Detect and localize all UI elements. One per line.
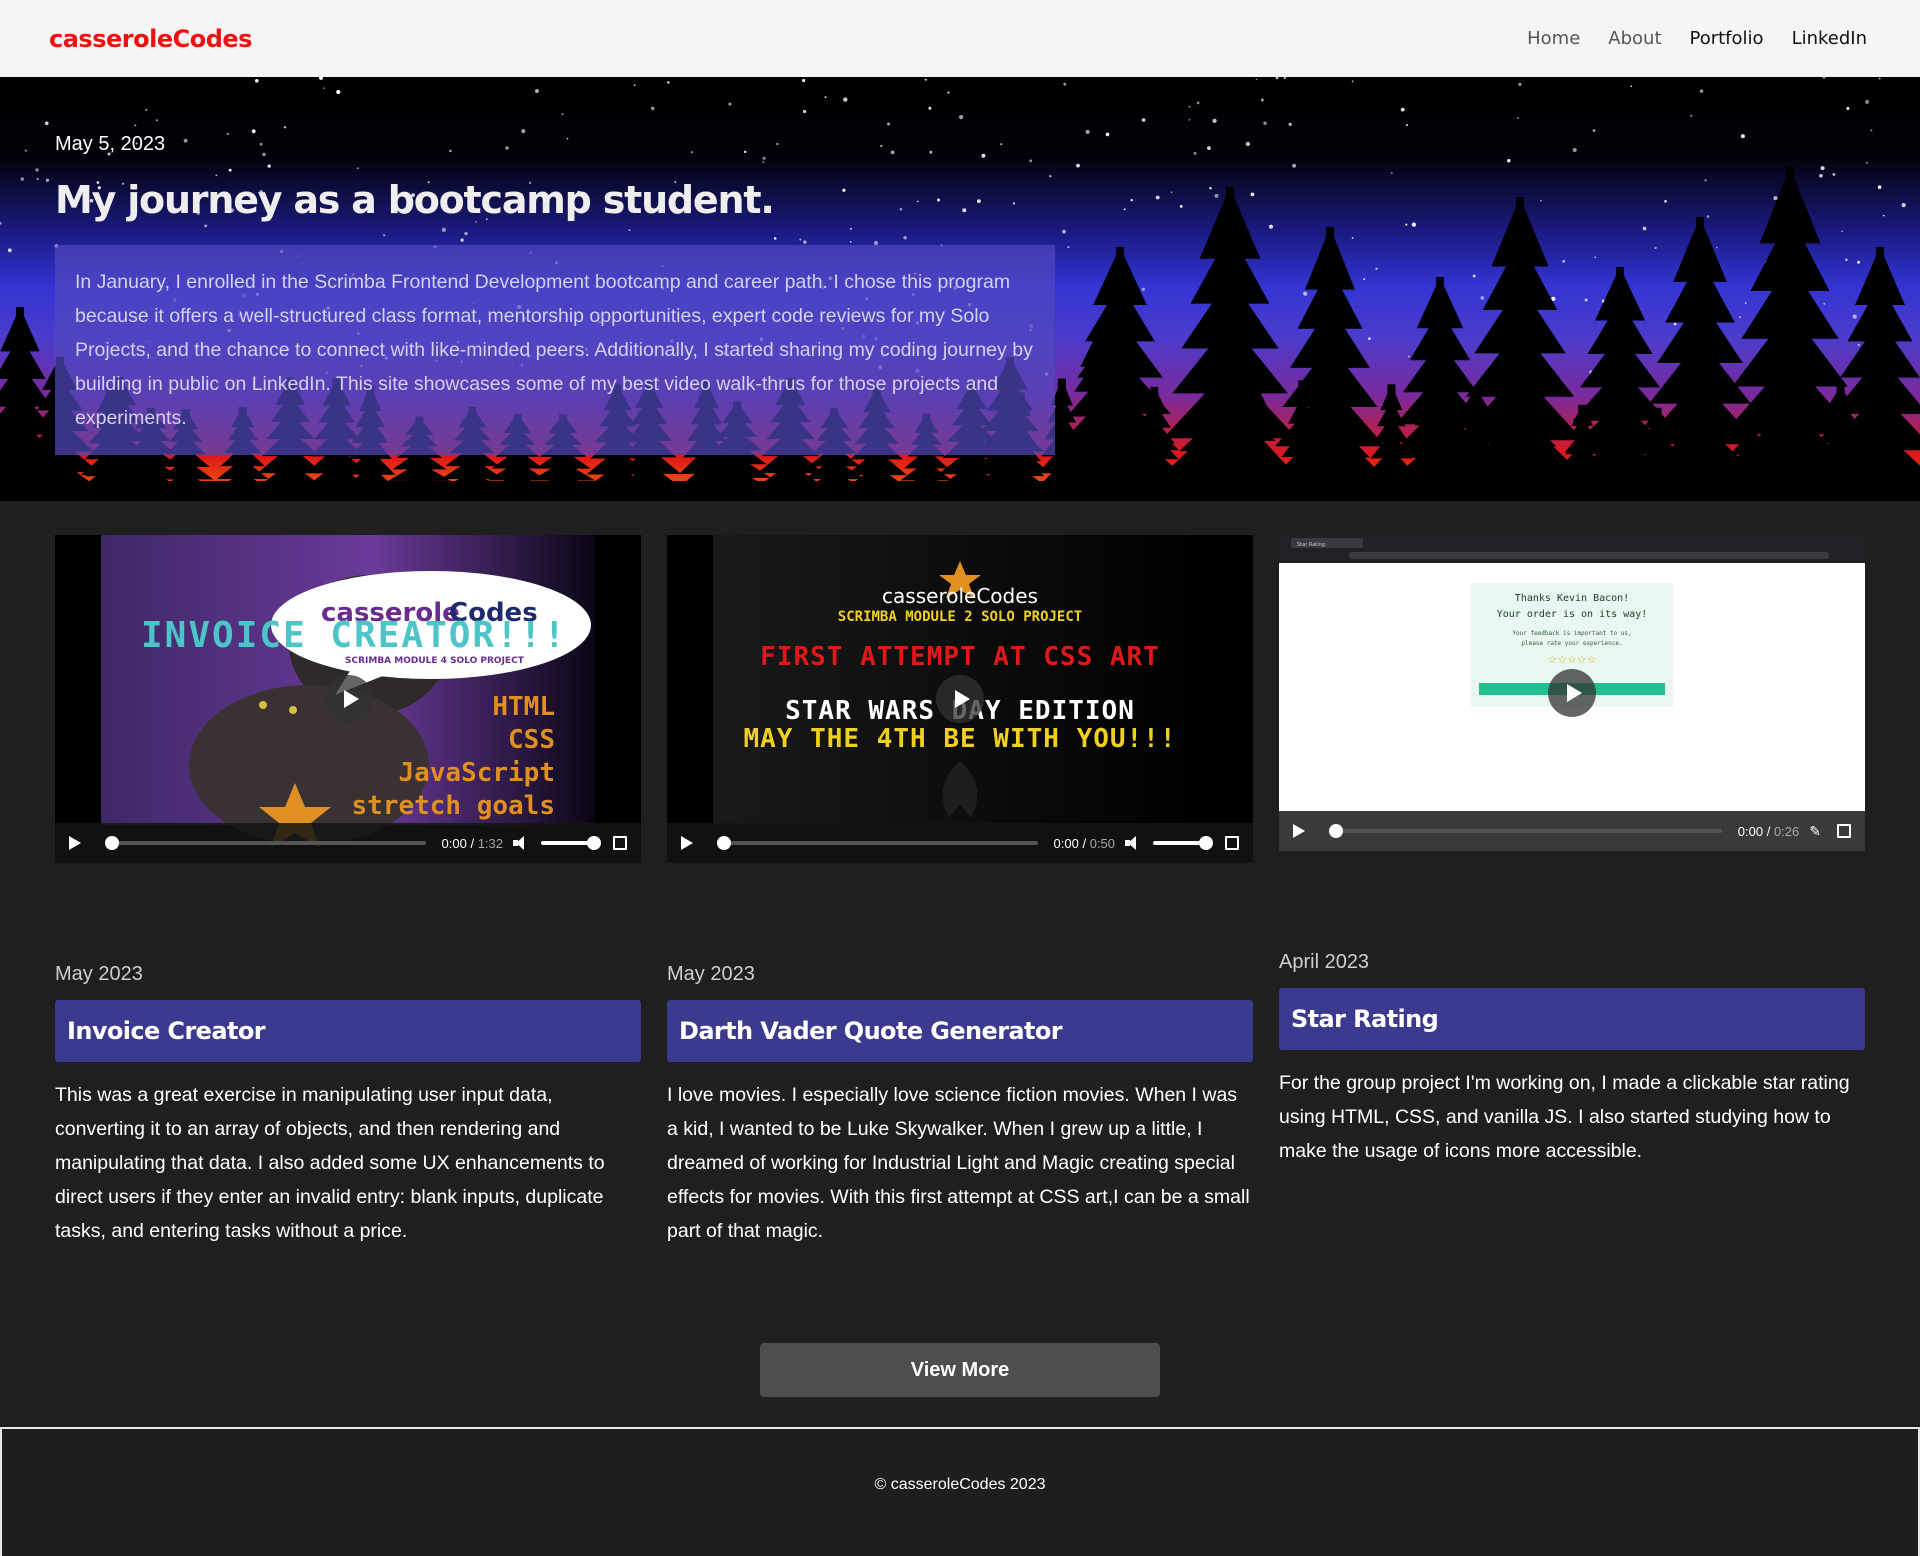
fullscreen-icon[interactable] [613, 836, 627, 850]
svg-text:SCRIMBA MODULE 4 SOLO PROJECT: SCRIMBA MODULE 4 SOLO PROJECT [345, 656, 525, 666]
card-title-bar: Invoice Creator [55, 1000, 641, 1062]
volume-icon[interactable] [1125, 835, 1143, 851]
play-overlay-icon[interactable] [936, 675, 984, 723]
nav-link-linkedin[interactable]: LinkedIn [1792, 28, 1867, 49]
seek-bar[interactable] [105, 836, 426, 850]
svg-text:casseroleCodes: casseroleCodes [882, 584, 1038, 608]
card-date: April 2023 [1279, 951, 1370, 973]
footer-copyright: © casseroleCodes 2023 [874, 1476, 1046, 1493]
hero-intro-text: In January, I enrolled in the Scrimba Fr… [75, 271, 1033, 429]
volume-handle[interactable] [587, 836, 601, 850]
volume-icon[interactable] [513, 835, 531, 851]
seek-handle[interactable] [105, 836, 119, 850]
card-title: Darth Vader Quote Generator [679, 1017, 1063, 1045]
nav-links: Home About Portfolio LinkedIn [1527, 28, 1867, 49]
volume-handle[interactable] [1199, 836, 1213, 850]
site-logo[interactable]: casseroleCodes [49, 25, 252, 53]
play-overlay-icon[interactable] [325, 675, 373, 723]
nav-link-portfolio[interactable]: Portfolio [1690, 28, 1764, 49]
svg-text:MAY THE 4TH BE WITH YOU!!!: MAY THE 4TH BE WITH YOU!!! [744, 724, 1177, 754]
seek-handle[interactable] [717, 836, 731, 850]
video-controls: 0:00 / 0:26 ✎ [1279, 811, 1865, 851]
fullscreen-icon[interactable] [1837, 824, 1851, 838]
svg-text:HTML: HTML [492, 692, 555, 722]
play-icon[interactable] [69, 836, 81, 850]
hero-title: My journey as a bootcamp student. [55, 178, 775, 222]
hero-content: May 5, 2023 My journey as a bootcamp stu… [55, 133, 775, 222]
project-card-star-rating: Star Rating Thanks Kevin Bacon! Your ord… [1279, 535, 1865, 1168]
svg-text:SCRIMBA MODULE 2 SOLO PROJECT: SCRIMBA MODULE 2 SOLO PROJECT [838, 609, 1082, 625]
card-description: I love movies. I especially love science… [667, 1084, 1250, 1242]
volume-slider[interactable] [1153, 836, 1213, 850]
nav-link-about[interactable]: About [1608, 28, 1661, 49]
card-title-bar: Star Rating [1279, 988, 1865, 1050]
rating-stars-icon: ☆☆☆☆☆ [1547, 653, 1596, 666]
video-controls: 0:00 / 1:32 [55, 823, 641, 863]
site-footer: © casseroleCodes 2023 [0, 1427, 1920, 1556]
video-time: 0:00 / 0:26 [1737, 823, 1800, 839]
svg-text:please rate your experience.: please rate your experience. [1521, 640, 1622, 647]
svg-text:INVOICE CREATOR!!!: INVOICE CREATOR!!! [141, 615, 567, 656]
card-description: This was a great exercise in manipulatin… [55, 1084, 605, 1242]
video-time: 0:00 / 0:50 [1053, 835, 1115, 851]
view-more-button[interactable]: View More [760, 1343, 1160, 1397]
card-title-bar: Darth Vader Quote Generator [667, 1000, 1253, 1062]
muted-volume-icon[interactable]: ✎ [1809, 823, 1821, 840]
play-icon[interactable] [1293, 824, 1305, 838]
card-date: May 2023 [667, 963, 755, 985]
seek-bar[interactable] [717, 836, 1038, 850]
svg-text:CSS: CSS [508, 725, 555, 755]
nav-link-home[interactable]: Home [1527, 28, 1580, 49]
fullscreen-icon[interactable] [1225, 836, 1239, 850]
seek-bar[interactable] [1329, 824, 1722, 838]
video-player[interactable]: casseroleCodes SCRIMBA MODULE 2 SOLO PRO… [667, 535, 1253, 863]
project-card-darth-vader: casseroleCodes SCRIMBA MODULE 2 SOLO PRO… [667, 535, 1253, 1248]
card-description: For the group project I'm working on, I … [1279, 1072, 1850, 1162]
video-controls: 0:00 / 0:50 [667, 823, 1253, 863]
seek-handle[interactable] [1329, 824, 1343, 838]
video-time: 0:00 / 1:32 [441, 835, 503, 851]
svg-text:Your feedback is important to: Your feedback is important to us, [1512, 630, 1631, 637]
play-overlay-icon[interactable] [1548, 669, 1596, 717]
svg-text:Star Rating: Star Rating [1297, 542, 1325, 548]
play-icon[interactable] [681, 836, 693, 850]
svg-text:stretch goals: stretch goals [352, 791, 556, 821]
volume-slider[interactable] [541, 836, 601, 850]
svg-text:FIRST ATTEMPT AT CSS ART: FIRST ATTEMPT AT CSS ART [760, 642, 1160, 672]
video-player[interactable]: Star Rating Thanks Kevin Bacon! Your ord… [1279, 535, 1865, 851]
svg-text:Your order is on its way!: Your order is on its way! [1497, 609, 1648, 620]
card-date: May 2023 [55, 963, 143, 985]
hero-banner: May 5, 2023 My journey as a bootcamp stu… [0, 77, 1920, 501]
video-player[interactable]: casserole Codes INVOICE CREATOR!!! SCRIM… [55, 535, 641, 863]
svg-text:Thanks Kevin Bacon!: Thanks Kevin Bacon! [1515, 593, 1629, 604]
card-title: Star Rating [1291, 1005, 1439, 1033]
hero-intro-box: In January, I enrolled in the Scrimba Fr… [55, 245, 1055, 455]
hero-date: May 5, 2023 [55, 133, 166, 155]
svg-text:JavaScript: JavaScript [398, 758, 555, 788]
project-card-invoice-creator: casserole Codes INVOICE CREATOR!!! SCRIM… [55, 535, 641, 1248]
card-title: Invoice Creator [67, 1017, 266, 1045]
top-nav: casseroleCodes Home About Portfolio Link… [0, 0, 1920, 77]
